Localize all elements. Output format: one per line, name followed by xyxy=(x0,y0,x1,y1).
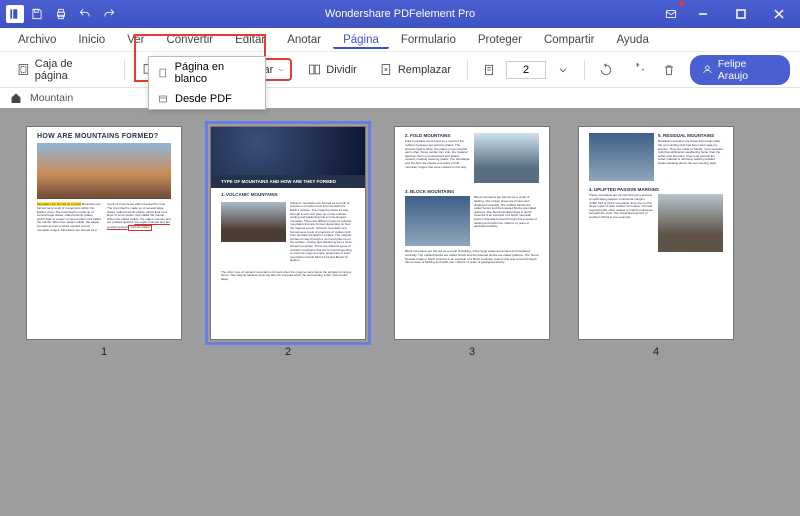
p4-image-1 xyxy=(589,133,654,181)
page-number-1: 1 xyxy=(101,346,107,358)
p4-image-2 xyxy=(658,194,723,252)
user-name: Felipe Araujo xyxy=(718,58,778,82)
menu-proteger[interactable]: Proteger xyxy=(468,31,532,49)
p2-hero-image xyxy=(211,127,365,175)
minimize-button[interactable] xyxy=(686,3,720,25)
insert-dropdown: Página en blanco Desde PDF xyxy=(148,56,266,110)
workspace: HOW ARE MOUNTAINS FORMED? Mountains are … xyxy=(0,108,800,516)
menu-ver[interactable]: Ver xyxy=(117,31,154,49)
notification-icon[interactable] xyxy=(660,3,682,25)
separator xyxy=(124,60,125,80)
page-number-3: 3 xyxy=(469,346,475,358)
menu-editar[interactable]: Editar xyxy=(225,31,275,49)
p2-image xyxy=(221,202,286,242)
separator xyxy=(584,60,585,80)
delete-icon[interactable] xyxy=(658,59,680,81)
home-icon[interactable] xyxy=(10,92,22,104)
menu-ayuda[interactable]: Ayuda xyxy=(606,31,658,49)
undo-icon[interactable] xyxy=(74,3,96,25)
insert-from-pdf-label: Desde PDF xyxy=(175,93,232,105)
breadcrumb: Mountain xyxy=(0,88,800,108)
page-thumb-4[interactable]: 5. RESIDUAL MOUNTAINS Residual mountains… xyxy=(578,126,734,358)
insert-blank-label: Página en blanco xyxy=(175,61,257,85)
separator xyxy=(467,60,468,80)
menu-compartir[interactable]: Compartir xyxy=(534,31,604,49)
menu-pagina[interactable]: Página xyxy=(333,31,389,49)
menu-anotar[interactable]: Anotar xyxy=(277,31,331,49)
p3-image-1 xyxy=(474,133,539,183)
toolbar: Caja de página Extraer Insertar Dividir … xyxy=(0,52,800,88)
p1-image xyxy=(37,143,171,199)
split-button[interactable]: Dividir xyxy=(301,59,363,80)
rotate-left-icon[interactable] xyxy=(595,59,617,81)
close-button[interactable] xyxy=(762,3,796,25)
breadcrumb-doc[interactable]: Mountain xyxy=(30,92,73,104)
insert-blank-page[interactable]: Página en blanco xyxy=(149,57,265,89)
split-label: Dividir xyxy=(326,64,357,76)
menu-bar: Archivo Inicio Ver Convertir Editar Anot… xyxy=(0,28,800,52)
chevron-down-icon[interactable] xyxy=(552,59,574,81)
page-box-label: Caja de página xyxy=(35,58,108,82)
page-thumb-3[interactable]: 2. FOLD MOUNTAINS Fold mountains are for… xyxy=(394,126,550,358)
page-box-button[interactable]: Caja de página xyxy=(10,55,114,85)
p2-section: 1. VOLCANIC MOUNTAINS xyxy=(211,188,365,197)
page-label-icon[interactable] xyxy=(478,59,500,81)
user-pill[interactable]: Felipe Araujo xyxy=(690,55,790,85)
rotate-right-icon[interactable] xyxy=(627,59,649,81)
menu-archivo[interactable]: Archivo xyxy=(8,31,66,49)
page-number-4: 4 xyxy=(653,346,659,358)
page-number-2: 2 xyxy=(285,346,291,358)
p1-title: HOW ARE MOUNTAINS FORMED? xyxy=(27,127,181,143)
replace-label: Remplazar xyxy=(398,64,451,76)
redo-icon[interactable] xyxy=(98,3,120,25)
replace-button[interactable]: Remplazar xyxy=(373,59,457,80)
menu-inicio[interactable]: Inicio xyxy=(68,31,115,49)
maximize-button[interactable] xyxy=(724,3,758,25)
menu-convertir[interactable]: Convertir xyxy=(156,31,223,49)
title-bar: Wondershare PDFelement Pro xyxy=(0,0,800,28)
p3-image-2 xyxy=(405,196,470,246)
page-thumb-2[interactable]: TYPE OF MOUNTAINS AND HOW ARE THEY FORME… xyxy=(210,126,366,358)
menu-formulario[interactable]: Formulario xyxy=(391,31,466,49)
save-icon[interactable] xyxy=(26,3,48,25)
p2-band: TYPE OF MOUNTAINS AND HOW ARE THEY FORME… xyxy=(211,175,365,188)
page-number-input[interactable] xyxy=(506,61,546,79)
page-thumb-1[interactable]: HOW ARE MOUNTAINS FORMED? Mountains are … xyxy=(26,126,182,358)
print-icon[interactable] xyxy=(50,3,72,25)
app-logo xyxy=(6,5,24,23)
insert-from-pdf[interactable]: Desde PDF xyxy=(149,89,265,109)
